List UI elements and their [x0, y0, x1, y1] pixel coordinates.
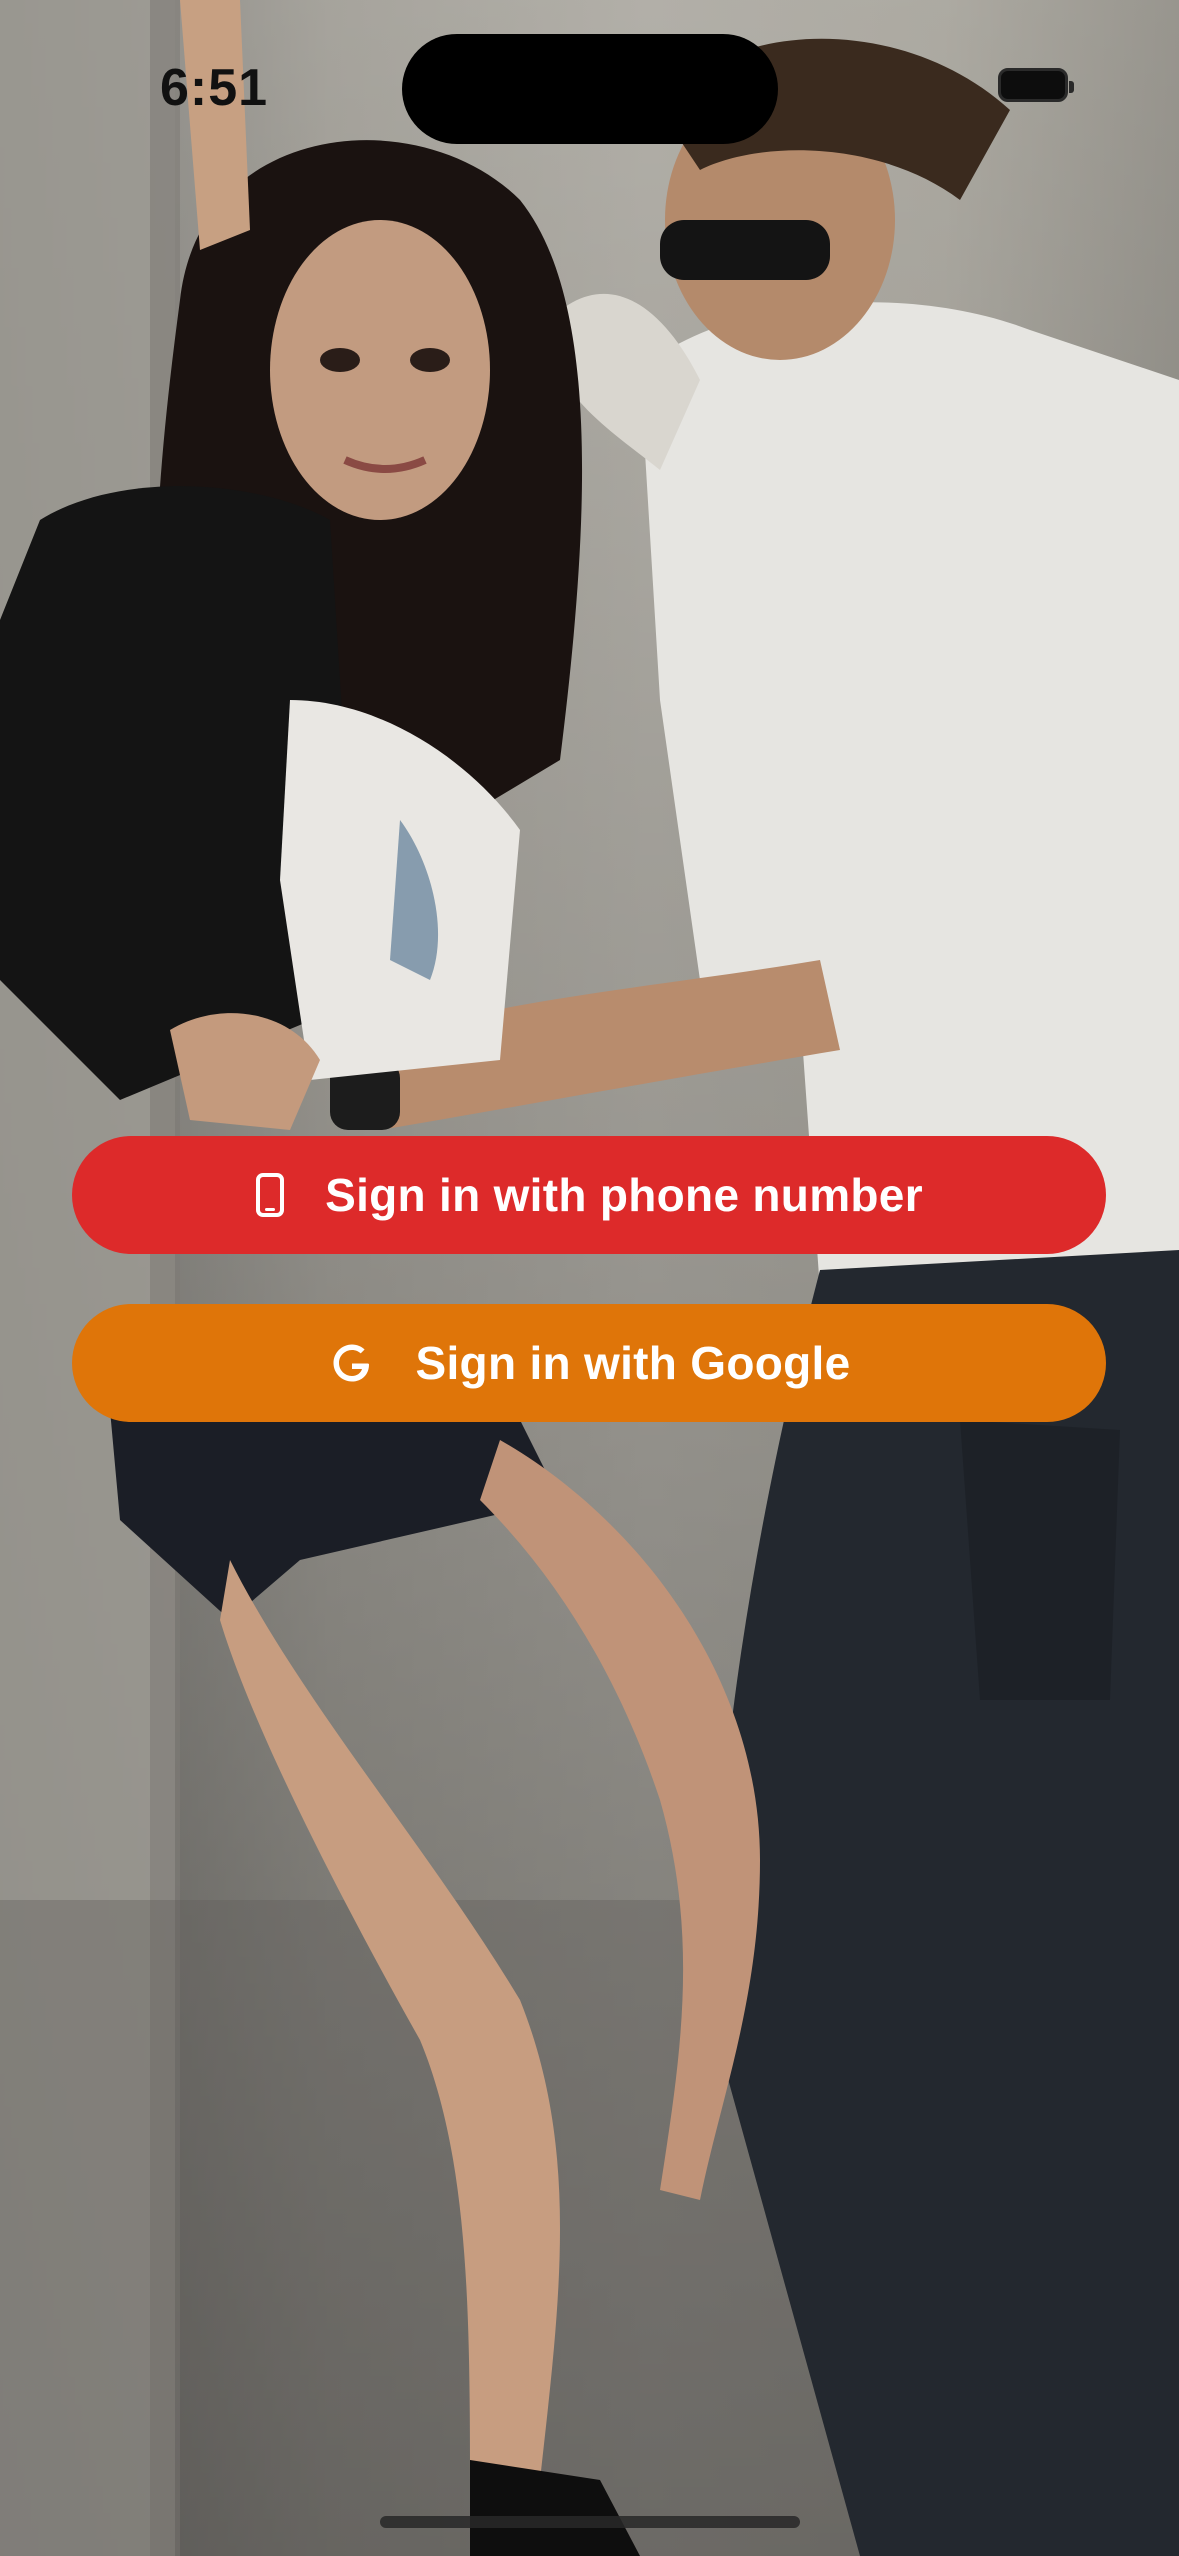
- phone-icon: [255, 1173, 285, 1217]
- sign-in-google-label: Sign in with Google: [415, 1337, 851, 1389]
- dynamic-island: [402, 34, 778, 144]
- sign-in-google-button[interactable]: Sign in with Google: [72, 1304, 1106, 1422]
- background-photo-illustration: [0, 0, 1179, 2556]
- sign-in-phone-label: Sign in with phone number: [325, 1169, 923, 1221]
- background-photo: [0, 0, 1179, 2556]
- google-icon: [328, 1339, 376, 1387]
- home-indicator[interactable]: [380, 2516, 800, 2528]
- status-bar-time: 6:51: [160, 59, 269, 117]
- sign-in-phone-button[interactable]: Sign in with phone number: [72, 1136, 1106, 1254]
- battery-icon: [998, 68, 1074, 102]
- sign-in-screen: 6:51 Sign in with phone number Sign in w…: [0, 0, 1179, 2556]
